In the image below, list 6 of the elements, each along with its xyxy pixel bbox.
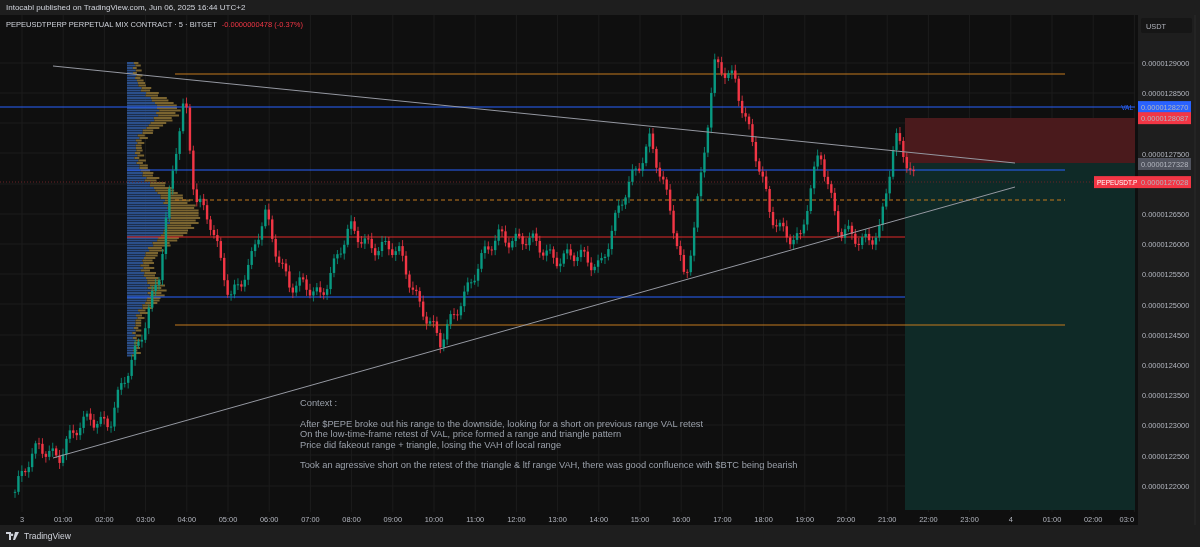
note-paragraph: Took an agressive short on the retest of the triangle & ltf range VAH, there was good confluence with $BTC being bearish	[300, 460, 799, 471]
brand-name: TradingView	[24, 531, 71, 541]
note-paragraph: After $PEPE broke out his range to the downside, looking for a short on previous range VAL retest On the low-time-frame retest of VAL, price formed a range and triangle pattern Price did fakeout range + triangle, losing the VAH of local range	[300, 418, 705, 450]
publish-info: Intocabl published on TradingView.com, Jun 06, 2025 16:44 UTC+2	[6, 3, 246, 12]
tradingview-logo-icon	[6, 532, 20, 540]
note-title: Context :	[300, 398, 339, 409]
